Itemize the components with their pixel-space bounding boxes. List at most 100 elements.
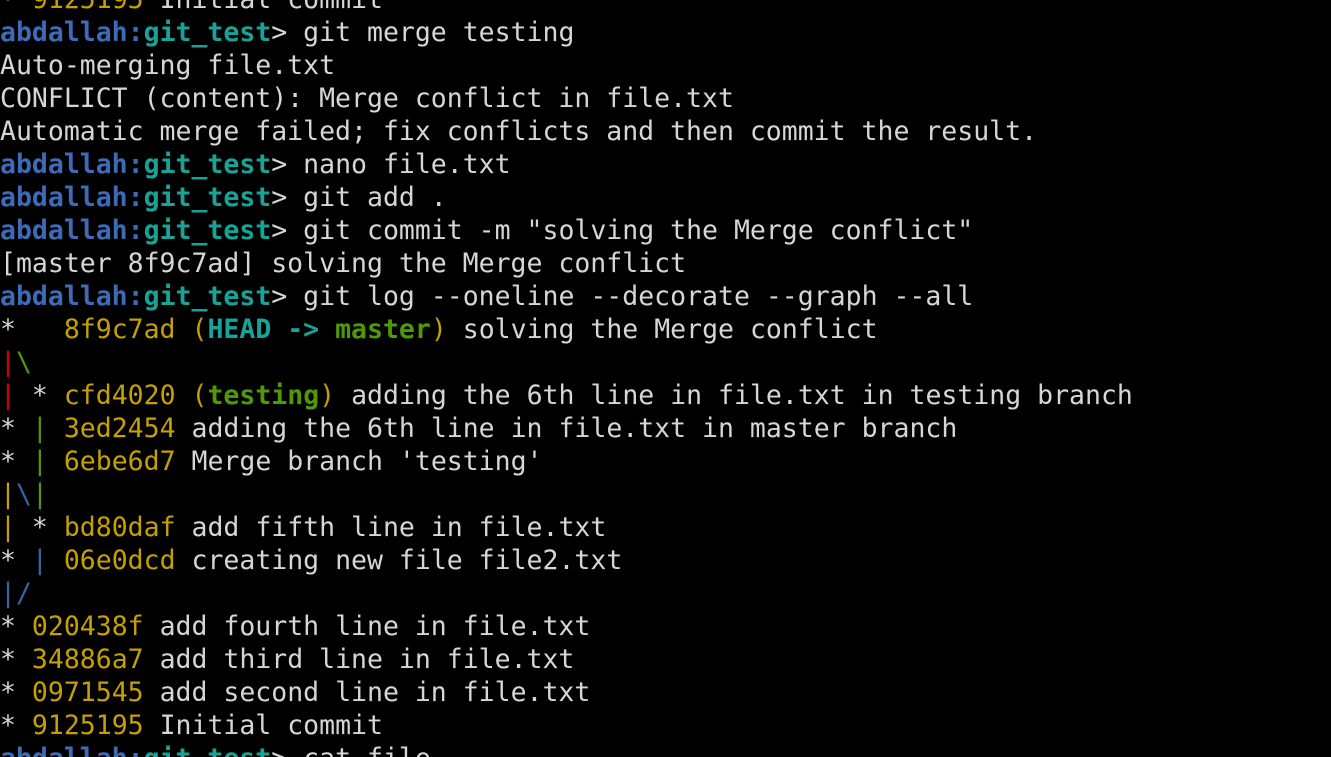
ref-open: ( [191, 380, 208, 411]
output-text: [master 8f9c7ad] solving the Merge confl… [0, 248, 687, 279]
terminal-output: * 9125195 Initial commitabdallah:git_tes… [0, 0, 1133, 757]
commit-message: adding the 6th line in file.txt in testi… [351, 380, 1133, 411]
prompt-line: abdallah:git_test> cat file [0, 742, 1133, 757]
prompt-directory: git_test [143, 149, 272, 180]
commit-message: add second line in file.txt [159, 677, 591, 708]
prompt-separator: : [127, 182, 144, 213]
commit-hash: 6ebe6d7 [63, 446, 176, 477]
output-text: CONFLICT (content): Merge conflict in fi… [0, 83, 734, 114]
commit-hash: 9125195 [31, 710, 144, 741]
prompt-symbol: > [271, 215, 304, 246]
prompt-directory: git_test [143, 182, 272, 213]
commit-hash: bd80daf [63, 512, 176, 543]
command-text: git log --oneline --decorate --graph --a… [303, 281, 974, 312]
graph-line: |\| [0, 478, 1133, 511]
graph-segment: | [31, 479, 48, 510]
prompt-user: abdallah [0, 743, 128, 757]
prompt-line: abdallah:git_test> git log --oneline --d… [0, 280, 1133, 313]
commit-message: creating new file file2.txt [191, 545, 623, 576]
commit-hash: 8f9c7ad [63, 314, 176, 345]
graph-segment: * [15, 380, 64, 411]
prompt-symbol: > [271, 743, 303, 757]
prompt-line: abdallah:git_test> git merge testing [0, 16, 1133, 49]
head-ref: HEAD -> [207, 314, 336, 345]
prompt-user: abdallah [0, 215, 128, 246]
commit-message: add fourth line in file.txt [159, 611, 591, 642]
prompt-separator: : [127, 215, 144, 246]
graph-segment: * [0, 446, 32, 477]
graph-segment: * [0, 413, 32, 444]
prompt-line: abdallah:git_test> git add . [0, 181, 1133, 214]
output-line: [master 8f9c7ad] solving the Merge confl… [0, 247, 1133, 280]
graph-segment: \ [15, 479, 32, 510]
graph-segment: | [0, 479, 16, 510]
log-entry: | * bd80daf add fifth line in file.txt [0, 511, 1133, 544]
terminal-window[interactable]: * 9125195 Initial commitabdallah:git_tes… [0, 0, 1331, 757]
prompt-separator: : [127, 17, 144, 48]
graph-segment: * [0, 644, 32, 675]
commit-message: add third line in file.txt [159, 644, 575, 675]
log-entry: * | 6ebe6d7 Merge branch 'testing' [0, 445, 1133, 478]
graph-segment: * [0, 0, 32, 15]
log-entry: * 8f9c7ad (HEAD -> master) solving the M… [0, 313, 1133, 346]
commit-hash: 06e0dcd [63, 545, 176, 576]
log-entry: * 0971545 add second line in file.txt [0, 676, 1133, 709]
commit-message: Merge branch 'testing' [191, 446, 543, 477]
graph-segment: * [0, 314, 64, 345]
command-text: git merge testing [303, 17, 575, 48]
branch-ref: testing [207, 380, 320, 411]
commit-hash: cfd4020 [63, 380, 176, 411]
output-line: Automatic merge failed; fix conflicts an… [0, 115, 1133, 148]
prompt-directory: git_test [143, 215, 272, 246]
ref-open: ( [191, 314, 208, 345]
prompt-directory: git_test [144, 743, 272, 757]
prompt-symbol: > [271, 182, 304, 213]
prompt-user: abdallah [0, 182, 128, 213]
graph-segment: | [31, 413, 64, 444]
output-text: Auto-merging file.txt [0, 50, 336, 81]
prompt-directory: git_test [143, 17, 272, 48]
output-text: Automatic merge failed; fix conflicts an… [0, 116, 1038, 147]
graph-segment: \ [15, 347, 32, 378]
graph-segment: | [0, 512, 32, 543]
ref-close: ) [319, 380, 336, 411]
prompt-line: abdallah:git_test> nano file.txt [0, 148, 1133, 181]
prompt-user: abdallah [0, 17, 128, 48]
prompt-directory: git_test [143, 281, 272, 312]
log-entry: * 34886a7 add third line in file.txt [0, 643, 1133, 676]
graph-segment: | [31, 446, 64, 477]
commit-hash: 0971545 [31, 677, 144, 708]
prompt-separator: : [128, 743, 144, 757]
graph-segment: | [31, 545, 64, 576]
log-entry: * | 06e0dcd creating new file file2.txt [0, 544, 1133, 577]
prompt-symbol: > [271, 149, 304, 180]
command-text: cat file [303, 743, 431, 757]
ref-close: ) [430, 314, 447, 345]
prompt-line: abdallah:git_test> git commit -m "solvin… [0, 214, 1133, 247]
output-line: Auto-merging file.txt [0, 49, 1133, 82]
commit-message: Initial commit [160, 0, 383, 15]
commit-hash: 34886a7 [31, 644, 144, 675]
graph-segment: * [0, 677, 32, 708]
graph-segment: * [0, 545, 32, 576]
log-entry: * 9125195 Initial commit [0, 0, 1133, 16]
prompt-user: abdallah [0, 149, 128, 180]
graph-line: |\ [0, 346, 1133, 379]
log-entry: * 9125195 Initial commit [0, 709, 1133, 742]
command-text: git commit -m "solving the Merge conflic… [303, 215, 974, 246]
commit-hash: 9125195 [32, 0, 144, 15]
prompt-symbol: > [271, 281, 304, 312]
graph-line: |/ [0, 577, 1133, 610]
graph-segment: | [0, 380, 16, 411]
command-text: git add . [303, 182, 447, 213]
graph-segment: | [0, 578, 16, 609]
prompt-separator: : [127, 281, 144, 312]
output-line: CONFLICT (content): Merge conflict in fi… [0, 82, 1133, 115]
prompt-separator: : [127, 149, 144, 180]
graph-segment: * [0, 710, 32, 741]
prompt-user: abdallah [0, 281, 128, 312]
command-text: nano file.txt [303, 149, 511, 180]
log-entry: * | 3ed2454 adding the 6th line in file.… [0, 412, 1133, 445]
commit-message: Initial commit [159, 710, 383, 741]
commit-hash: 020438f [31, 611, 144, 642]
